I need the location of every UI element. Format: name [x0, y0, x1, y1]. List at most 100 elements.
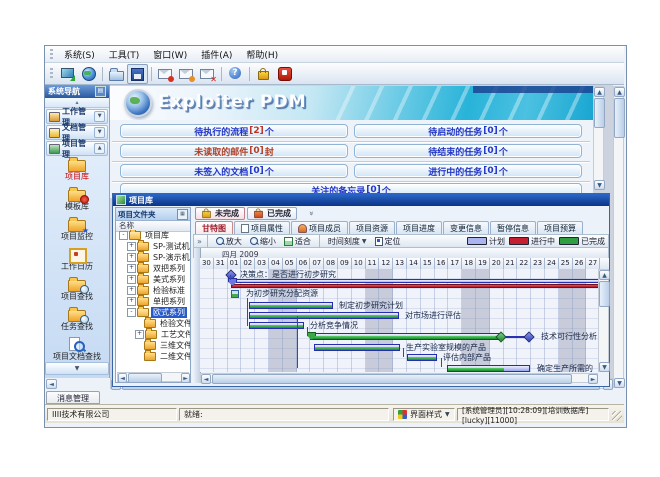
expand-icon[interactable]: + — [127, 264, 136, 273]
tree-node-label[interactable]: 工艺文件 — [159, 329, 190, 340]
summary-task-icon[interactable] — [231, 290, 239, 298]
tree-row[interactable]: 检验文件 — [116, 318, 190, 329]
mdi-vertical-scrollbar[interactable]: ▲ ▼ — [613, 86, 624, 388]
sidebar-group-project[interactable]: 项目管理 ▲ — [46, 141, 108, 156]
resize-grip[interactable] — [612, 411, 622, 421]
fit-button[interactable]: 适合 — [281, 236, 314, 247]
tree-node-label[interactable]: SP-演示机系 — [151, 252, 190, 263]
milestone-diamond[interactable] — [523, 331, 534, 342]
tab-项目成员[interactable]: 项目成员 — [291, 221, 348, 234]
sidebar-item-project-library[interactable]: 项目库 — [45, 157, 109, 186]
mail-send-button[interactable] — [155, 64, 176, 84]
collapse-icon[interactable]: - — [119, 231, 128, 240]
gantt-vertical-scrollbar[interactable]: ▲ ▼ — [598, 269, 609, 372]
tree-node-label[interactable]: 美式系列 — [151, 274, 187, 285]
tree-node-label[interactable]: 单把系列 — [151, 296, 187, 307]
unchecked-docs-button[interactable]: 未签入的文档[0]个 — [120, 164, 348, 178]
scroll-left-icon[interactable]: ◄ — [118, 373, 127, 383]
chevron-up-icon[interactable]: ▲ — [94, 143, 105, 154]
expand-icon[interactable]: + — [127, 275, 136, 284]
scroll-left-icon[interactable]: ◄ — [201, 374, 211, 384]
tree-row[interactable]: + 美式系列 — [116, 274, 190, 285]
toolbar-grip[interactable] — [50, 68, 53, 79]
sidebar-item-template-library[interactable]: 模板库 — [45, 187, 109, 216]
scrollbar-thumb[interactable] — [594, 98, 605, 128]
tasks-to-start-button[interactable]: 待启动的任务[0]个 — [354, 124, 582, 138]
zoom-out-button[interactable]: 缩小 — [247, 236, 279, 247]
sidebar-bottom-group[interactable]: ▼ — [45, 362, 109, 375]
expand-icon[interactable]: + — [127, 286, 136, 295]
tab-暂停信息[interactable]: 暂停信息 — [490, 221, 536, 234]
pending-flows-button[interactable]: 待执行的流程[2]个 — [120, 124, 348, 138]
tree-node-label[interactable]: 三维文件 — [158, 340, 190, 351]
menu-item-1[interactable]: 工具(T) — [102, 47, 147, 62]
scroll-down-icon[interactable]: ▼ — [594, 180, 605, 190]
tree-row[interactable]: 三维文件 — [116, 340, 190, 351]
menu-item-2[interactable]: 窗口(W) — [146, 47, 194, 62]
scrollbar-thumb[interactable] — [212, 374, 572, 384]
tree-node-label[interactable]: 检验文件 — [158, 318, 190, 329]
sidebar-item-project-monitor[interactable]: ★项目监控 — [45, 217, 109, 246]
exit-button[interactable] — [274, 64, 295, 84]
tree-node-label[interactable]: 欧式系列 — [151, 307, 187, 318]
collapse-icon[interactable]: - — [127, 308, 136, 317]
scroll-right-icon[interactable]: ► — [588, 374, 598, 384]
tree-row[interactable]: + 单把系列 — [116, 296, 190, 307]
lock-button[interactable] — [253, 64, 274, 84]
scroll-down-icon[interactable]: ▼ — [599, 362, 610, 372]
chevron-down-icon[interactable]: ▼ — [94, 111, 105, 122]
menubar-grip[interactable] — [50, 49, 53, 60]
tree-node-label[interactable]: 双把系列 — [151, 263, 187, 274]
help-button[interactable] — [225, 64, 246, 84]
expand-icon[interactable]: + — [127, 297, 136, 306]
in-progress-bar[interactable] — [231, 284, 605, 288]
scroll-up-icon[interactable]: ▲ — [614, 87, 625, 97]
tree-node-label[interactable]: 检验标准 — [151, 285, 187, 296]
tab-项目属性[interactable]: 项目属性 — [234, 221, 290, 234]
tree-row[interactable]: +工艺文件 — [116, 329, 190, 340]
task-bar[interactable] — [249, 302, 333, 309]
timescale-dropdown[interactable]: 时间刻度▼ — [325, 236, 370, 247]
scroll-right-icon[interactable]: ► — [181, 373, 190, 383]
task-bar[interactable] — [447, 365, 530, 372]
scroll-down-icon[interactable]: ▼ — [614, 378, 625, 388]
sidebar-item-work-calendar[interactable]: 工作日历 — [45, 247, 109, 276]
sidebar-menu-icon[interactable]: ▤ — [95, 86, 106, 97]
task-bar[interactable] — [314, 344, 400, 351]
zoom-in-button[interactable]: 放大 — [213, 236, 245, 247]
tree-horizontal-scrollbar[interactable]: ◄ ► — [117, 372, 189, 382]
chevron-down-icon[interactable]: ▼ — [94, 127, 105, 138]
expand-icon[interactable]: + — [127, 253, 136, 262]
tree-row[interactable]: - 项目库 — [116, 230, 190, 241]
plan-bar[interactable] — [231, 279, 607, 283]
expand-icon[interactable]: + — [127, 242, 136, 251]
tab-项目进度[interactable]: 项目进度 — [396, 221, 442, 234]
tree-row[interactable]: + SP-演示机系 — [116, 252, 190, 263]
mail-delete-button[interactable]: ✕ — [197, 64, 218, 84]
task-bar[interactable] — [407, 354, 437, 361]
tab-甘特图[interactable]: 甘特图 — [195, 221, 233, 234]
tab-项目资源[interactable]: 项目资源 — [349, 221, 395, 234]
tab-变更信息[interactable]: 变更信息 — [443, 221, 489, 234]
tree-row[interactable]: - 欧式系列 — [116, 307, 190, 318]
sidebar-item-task-search[interactable]: 任务查找 — [45, 307, 109, 336]
tab-项目预算[interactable]: 项目预算 — [537, 221, 583, 234]
workspace-button[interactable] — [57, 64, 78, 84]
tab-finished[interactable]: 已完成 — [247, 207, 297, 220]
scroll-up-icon[interactable]: ▲ — [594, 87, 605, 97]
tree-row[interactable]: + 双把系列 — [116, 263, 190, 274]
menu-item-4[interactable]: 帮助(H) — [239, 47, 285, 62]
task-bar[interactable] — [249, 322, 304, 329]
tree-node-label[interactable]: 项目库 — [143, 230, 171, 241]
message-management-tab[interactable]: 消息管理 — [46, 391, 100, 404]
browser-button[interactable] — [78, 64, 99, 84]
toolbar-overflow-icon[interactable]: » — [197, 237, 202, 246]
sidebar-scroll-left-icon[interactable]: ◄ — [46, 379, 57, 389]
scrollbar-thumb[interactable] — [599, 281, 610, 307]
scroll-up-icon[interactable]: ▲ — [599, 270, 610, 280]
tree-node-label[interactable]: SP-测试机系 — [151, 241, 190, 252]
task-bar[interactable] — [249, 312, 399, 319]
unread-mail-button[interactable]: 未读取的邮件[0]封 — [120, 144, 348, 158]
ui-style-dropdown[interactable]: 界面样式 ▼ — [393, 408, 455, 421]
open-folder-button[interactable] — [106, 64, 127, 84]
